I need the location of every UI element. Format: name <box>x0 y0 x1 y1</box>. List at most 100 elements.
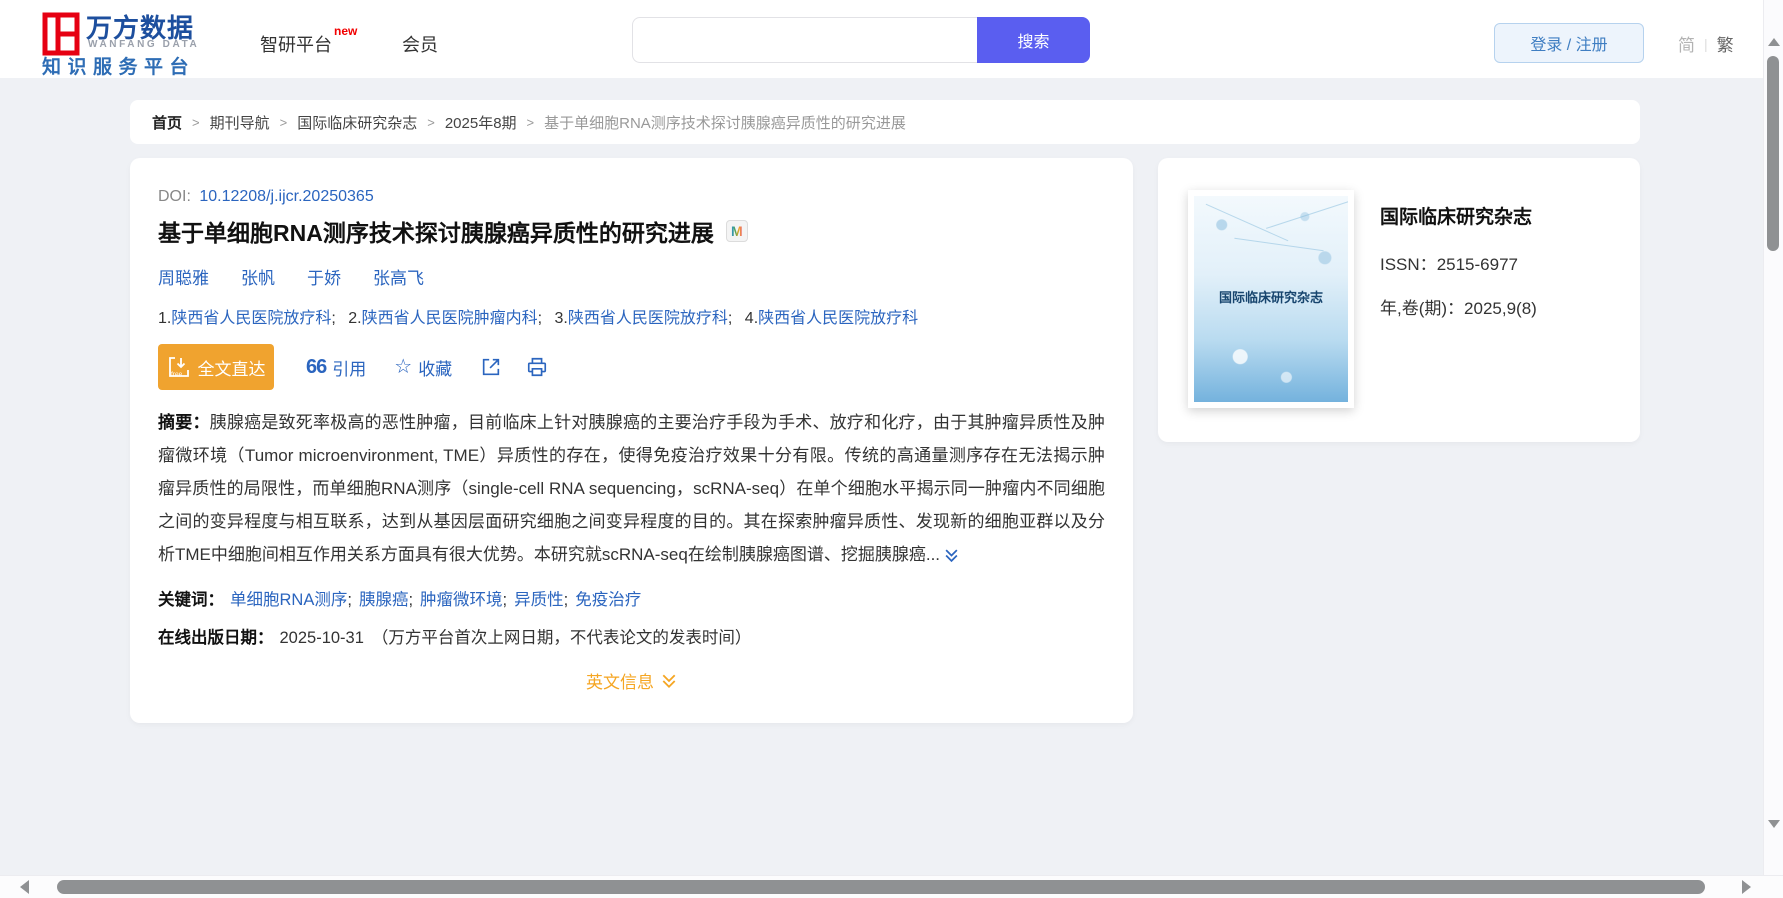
journal-volume: 年,卷(期)：2025,9(8) <box>1380 294 1537 319</box>
abstract: 摘要：胰腺癌是致死率极高的恶性肿瘤，目前临床上针对胰腺癌的主要治疗手段为手术、放… <box>158 406 1105 571</box>
keyword-separator: ; <box>563 591 569 609</box>
breadcrumb-issue[interactable]: 2025年8期 <box>445 112 517 133</box>
affiliation-num: 4. <box>744 310 759 327</box>
search-button[interactable]: 搜索 <box>977 17 1090 63</box>
breadcrumb-home[interactable]: 首页 <box>152 112 182 133</box>
login-register-button[interactable]: 登录 / 注册 <box>1494 23 1644 63</box>
article-title: 基于单细胞RNA测序技术探讨胰腺癌异质性的研究进展 <box>158 220 714 246</box>
volume-label: 年,卷(期)： <box>1380 299 1465 318</box>
fulltext-button[interactable]: free 全文直达 <box>158 344 274 390</box>
nav-item-zhiyan-label: 智研平台 <box>260 35 332 55</box>
author-link[interactable]: 周聪雅 <box>158 264 209 289</box>
scroll-down-arrow[interactable] <box>1768 820 1780 828</box>
affiliation-link[interactable]: 陕西省人民医院放疗科 <box>171 310 331 327</box>
journal-card: 国际临床研究杂志 国际临床研究杂志 ISSN：2515-6977 年,卷(期)：… <box>1158 158 1640 442</box>
journal-name[interactable]: 国际临床研究杂志 <box>1380 202 1532 229</box>
logo-subtitle: WANFANG DATA <box>88 39 200 50</box>
vertical-scrollbar[interactable] <box>1763 0 1783 875</box>
issn-label: ISSN： <box>1380 255 1437 274</box>
star-icon: ☆ <box>394 356 413 378</box>
breadcrumb-separator: > <box>427 114 435 130</box>
share-button[interactable] <box>480 356 502 378</box>
share-icon <box>483 358 500 376</box>
wanfang-logo[interactable]: 万方数据 WANFANG DATA 知识服务平台 <box>42 8 242 78</box>
author-link[interactable]: 于娇 <box>307 264 341 289</box>
nav-item-member[interactable]: 会员 <box>402 31 438 57</box>
affiliation-num: 1. <box>158 310 172 327</box>
lang-simplified[interactable]: 简 <box>1678 31 1695 56</box>
affiliation-separator: ; <box>331 310 336 327</box>
affiliation-num: 2. <box>348 310 362 327</box>
favorite-label: 收藏 <box>418 359 453 379</box>
doi-label: DOI: <box>158 188 191 205</box>
cover-decor-line <box>1266 200 1348 229</box>
keyword-separator: ; <box>347 591 352 609</box>
affiliation-item: 2.陕西省人民医院肿瘤内科; <box>348 310 542 327</box>
doi-row: DOI: 10.12208/j.ijcr.20250365 <box>158 188 1105 206</box>
horizontal-scrollbar[interactable] <box>0 875 1783 898</box>
cite-label: 引用 <box>332 359 367 379</box>
author-link[interactable]: 张帆 <box>241 264 275 289</box>
affiliation-item: 4.陕西省人民医院放疗科 <box>745 310 918 327</box>
breadcrumb: 首页 > 期刊导航 > 国际临床研究杂志 > 2025年8期 > 基于单细胞RN… <box>130 100 1640 144</box>
affiliations-row: 1.陕西省人民医院放疗科; 2.陕西省人民医院肿瘤内科; 3.陕西省人民医院放疗… <box>158 304 1105 328</box>
nav-item-zhiyan[interactable]: 智研平台new <box>260 24 357 57</box>
keyword-separator: ; <box>502 591 508 609</box>
medlive-badge: M <box>725 220 748 242</box>
scroll-left-arrow[interactable] <box>20 880 29 894</box>
scroll-up-arrow[interactable] <box>1768 38 1780 46</box>
abstract-label: 摘要： <box>158 413 210 432</box>
authors-row: 周聪雅 张帆 于娇 张高飞 <box>158 264 1105 289</box>
lang-divider: | <box>1704 35 1708 52</box>
english-info-toggle[interactable]: 英文信息 <box>158 668 1105 693</box>
keywords-label: 关键词： <box>158 591 224 609</box>
journal-cover-title: 国际临床研究杂志 <box>1218 289 1323 305</box>
lang-traditional[interactable]: 繁 <box>1717 31 1734 56</box>
cite-button[interactable]: 66 引用 <box>306 355 366 380</box>
breadcrumb-separator: > <box>526 114 535 130</box>
keyword-link[interactable]: 免疫治疗 <box>575 591 641 609</box>
keyword-separator: ; <box>408 591 414 609</box>
breadcrumb-current: 基于单细胞RNA测序技术探讨胰腺癌异质性的研究进展 <box>544 114 906 132</box>
quote-icon: 66 <box>306 356 327 378</box>
print-button[interactable] <box>526 356 548 378</box>
m-badge-letter: M <box>731 223 743 239</box>
english-info-chevron-icon <box>662 674 676 688</box>
language-switch: 简 | 繁 <box>1678 31 1734 56</box>
keyword-link[interactable]: 单细胞RNA测序 <box>230 591 347 609</box>
keyword-link[interactable]: 异质性 <box>514 591 564 609</box>
favorite-button[interactable]: ☆ 收藏 <box>394 355 452 380</box>
keyword-link[interactable]: 肿瘤微环境 <box>420 591 503 609</box>
fulltext-label: 全文直达 <box>197 359 266 379</box>
horizontal-scrollbar-thumb[interactable] <box>57 880 1705 894</box>
vertical-scrollbar-thumb[interactable] <box>1767 56 1779 251</box>
journal-issn: ISSN：2515-6977 <box>1380 250 1518 275</box>
fulltext-download-icon: free <box>168 357 189 378</box>
breadcrumb-journal-nav[interactable]: 期刊导航 <box>210 112 270 133</box>
affiliation-link[interactable]: 陕西省人民医院放疗科 <box>758 310 918 327</box>
cover-decor-line <box>1234 237 1324 252</box>
author-link[interactable]: 张高飞 <box>373 264 424 289</box>
search-box: 搜索 <box>632 17 1090 63</box>
keyword-link[interactable]: 胰腺癌 <box>359 591 409 609</box>
online-date-value: 2025-10-31 <box>279 629 364 647</box>
affiliation-link[interactable]: 陕西省人民医院放疗科 <box>568 310 728 327</box>
breadcrumb-journal[interactable]: 国际临床研究杂志 <box>297 112 417 133</box>
logo-tagline: 知识服务平台 <box>42 57 196 78</box>
scroll-right-arrow[interactable] <box>1742 880 1751 894</box>
affiliation-link[interactable]: 陕西省人民医院肿瘤内科 <box>362 310 538 327</box>
doi-link[interactable]: 10.12208/j.ijcr.20250365 <box>199 188 373 205</box>
issn-value: 2515-6977 <box>1436 255 1518 274</box>
journal-cover[interactable]: 国际临床研究杂志 <box>1188 190 1354 408</box>
english-info-label: 英文信息 <box>586 673 654 692</box>
actions-row: free 全文直达 66 引用 ☆ 收藏 <box>158 344 1105 390</box>
affiliation-item: 3.陕西省人民医院放疗科; <box>555 310 733 327</box>
new-badge: new <box>334 24 358 38</box>
affiliation-separator: ; <box>727 310 733 327</box>
affiliation-num: 3. <box>554 310 568 327</box>
search-input[interactable] <box>632 17 977 63</box>
abstract-expand-chevron-icon[interactable] <box>944 548 959 563</box>
wanfang-logo-icon <box>42 12 80 56</box>
fulltext-free-label: free <box>171 371 183 378</box>
keywords-row: 关键词： 单细胞RNA测序; 胰腺癌; 肿瘤微环境; 异质性; 免疫治疗 <box>158 586 1105 610</box>
